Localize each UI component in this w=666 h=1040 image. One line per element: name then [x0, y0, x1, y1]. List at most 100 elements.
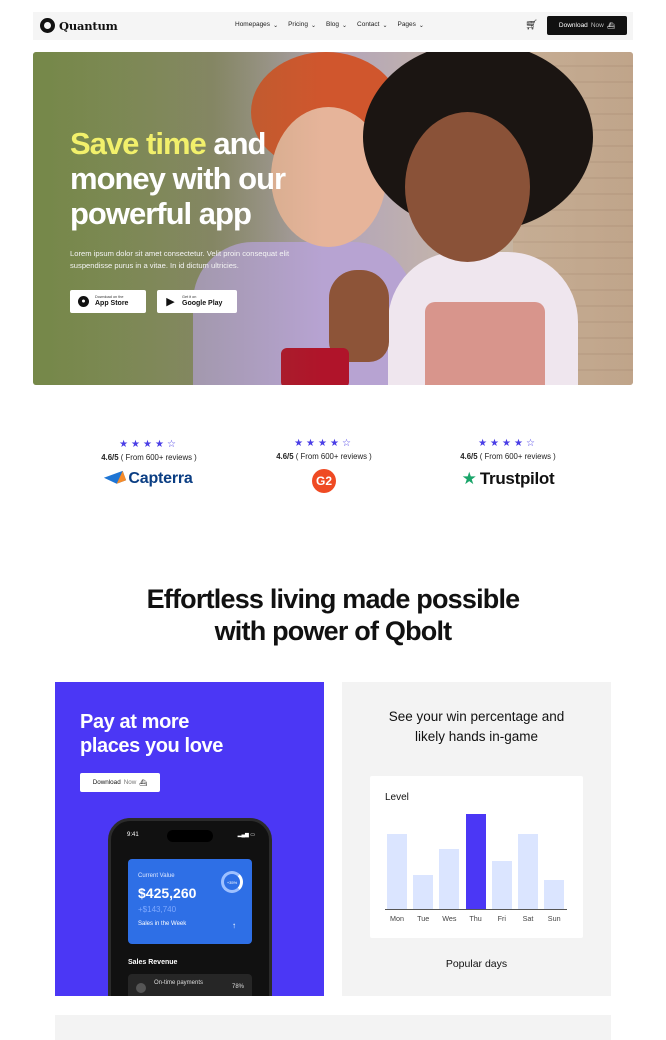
card-title: Pay at more places you love [80, 710, 280, 758]
hero-title-part: money with our [70, 161, 286, 196]
list-item-value: 78% [231, 984, 244, 990]
button-label-muted: Now [123, 779, 137, 786]
phone-time: 9:41 [127, 832, 139, 838]
chart-label: Level [385, 792, 409, 803]
chart-baseline [385, 909, 567, 910]
download-now-button[interactable]: Download Now ⛴︎ [547, 16, 627, 35]
menu-label: Contact [357, 21, 380, 28]
hero-photo-person [425, 302, 545, 385]
ship-icon: ⛴︎ [139, 779, 148, 787]
progress-ring: +35% [221, 871, 243, 893]
chevron-down-icon: ⌄ [382, 23, 388, 29]
rating-score: 4.6/5 [460, 452, 478, 461]
hero-banner: Save time and money with our powerful ap… [33, 52, 633, 385]
sales-week-label: Sales in the Week [138, 921, 187, 927]
chart-tick-label: Tue [417, 914, 430, 923]
chevron-down-icon: ⌄ [273, 23, 279, 29]
next-section-card [55, 1015, 611, 1040]
list-item: On-time payments 78% [128, 974, 252, 996]
list-item-label: On-time payments [154, 980, 204, 986]
menu-label: Pricing [288, 21, 308, 28]
chart-bar-fri [491, 860, 512, 909]
menu-item-blog[interactable]: Blog ⌄ [326, 21, 348, 29]
app-store-button[interactable]: ● Download on the App Store [70, 290, 146, 313]
logo-icon [40, 18, 55, 33]
button-label: Download [558, 22, 588, 29]
main-menu: Homepages ⌄ Pricing ⌄ Blog ⌄ Contact ⌄ Pages… [235, 21, 424, 29]
chart-bar-sun [544, 880, 565, 909]
rating-stars-icon: ★★★★☆ [119, 439, 179, 450]
section-title-line: with power of Qbolt [214, 616, 453, 646]
download-now-button[interactable]: Download Now ⛴︎ [80, 773, 160, 792]
hero-photo-person [405, 112, 530, 262]
phone-notch [167, 830, 213, 842]
section-title-line: Effortless living made possible [146, 584, 521, 614]
menu-label: Blog [326, 21, 340, 28]
rating-text: 4.6/5 ( From 600+ reviews ) [244, 452, 404, 461]
google-play-icon: ▶ [166, 296, 175, 308]
chart-tick-label: Mon [390, 914, 404, 923]
chart-bar-tue [413, 874, 434, 909]
card-title-line: likely hands in-game [414, 729, 539, 744]
capterra-icon [104, 470, 127, 488]
rating-score: 4.6/5 [276, 452, 294, 461]
value-label: Current Value [138, 873, 175, 879]
rating-g2: ★★★★☆ 4.6/5 ( From 600+ reviews ) G2 [244, 438, 404, 493]
value-card: Current Value $425,260 +$143,740 Sales i… [128, 859, 252, 944]
phone-mockup: 9:41 ▂▄▆ ▭ Current Value $425,260 +$143,… [108, 818, 272, 996]
card-title-line: Pay at more [80, 711, 189, 733]
apple-icon: ● [78, 296, 89, 307]
rating-trustpilot: ★★★★☆ 4.6/5 ( From 600+ reviews ) ★ Trus… [428, 438, 588, 489]
menu-item-pricing[interactable]: Pricing ⌄ [288, 21, 316, 29]
menu-item-homepages[interactable]: Homepages ⌄ [235, 21, 279, 29]
rating-text: 4.6/5 ( From 600+ reviews ) [428, 452, 588, 461]
rating-reviews: ( From 600+ reviews ) [479, 452, 556, 461]
store-label: Google Play [182, 299, 223, 307]
chevron-down-icon: ⌄ [310, 23, 316, 29]
rating-capterra: ★★★★☆ 4.6/5 ( From 600+ reviews ) Capter… [69, 439, 229, 488]
brand-name: Trustpilot [479, 469, 555, 488]
rating-text: 4.6/5 ( From 600+ reviews ) [69, 453, 229, 462]
hero-title-highlight: Save time [70, 126, 207, 161]
logo[interactable]: Quantum [40, 18, 118, 33]
logo-text: Quantum [59, 18, 118, 33]
feature-card-pay: Pay at more places you love Download Now… [55, 682, 324, 996]
chart-bar-wes [439, 848, 460, 909]
rating-stars-icon: ★★★★☆ [294, 438, 354, 449]
ship-icon: ⛴︎ [606, 22, 616, 30]
rating-stars-icon: ★★★★☆ [478, 438, 538, 449]
hero-title-part: powerful app [70, 196, 252, 231]
rating-reviews: ( From 600+ reviews ) [295, 452, 372, 461]
google-play-button[interactable]: ▶ Get it on Google Play [157, 290, 237, 313]
signal-icon: ▂▄▆ ▭ [237, 832, 255, 838]
feature-card-stats: See your win percentage and likely hands… [342, 682, 611, 996]
chart-tick-label: Sun [547, 914, 561, 923]
chart-bar-thu [465, 814, 486, 909]
capterra-logo[interactable]: Capterra [69, 470, 229, 488]
cart-icon[interactable]: 🛒︎ [525, 20, 538, 31]
store-label: App Store [95, 299, 129, 307]
brand-name: Capterra [128, 470, 193, 487]
bar-chart: Level Mon Tue Wes Thu Fri Sat Sun [370, 776, 583, 938]
button-label-muted: Now [590, 22, 604, 29]
rating-reviews: ( From 600+ reviews ) [120, 453, 197, 462]
chart-tick-label: Wes [442, 914, 457, 923]
menu-item-contact[interactable]: Contact ⌄ [357, 21, 388, 29]
value-delta: +$143,740 [138, 905, 177, 914]
g2-logo[interactable]: G2 [244, 469, 404, 493]
chevron-down-icon: ⌄ [418, 23, 424, 29]
menu-item-pages[interactable]: Pages ⌄ [397, 21, 424, 29]
g2-icon: G2 [312, 469, 336, 493]
value-amount: $425,260 [138, 885, 197, 901]
trustpilot-logo[interactable]: ★ Trustpilot [428, 469, 588, 489]
sales-revenue-label: Sales Revenue [128, 959, 178, 966]
chart-tick-label: Fri [497, 914, 506, 923]
card-title-line: places you love [80, 735, 223, 757]
menu-label: Pages [397, 21, 416, 28]
star-icon: ★ [461, 469, 477, 488]
chevron-down-icon: ⌄ [342, 23, 348, 29]
hero-subtitle: Lorem ipsum dolor sit amet consectetur. … [70, 249, 290, 270]
top-navbar: Quantum Homepages ⌄ Pricing ⌄ Blog ⌄ Contac… [33, 12, 633, 40]
chart-bar-sat [518, 834, 538, 909]
rating-score: 4.6/5 [101, 453, 119, 462]
